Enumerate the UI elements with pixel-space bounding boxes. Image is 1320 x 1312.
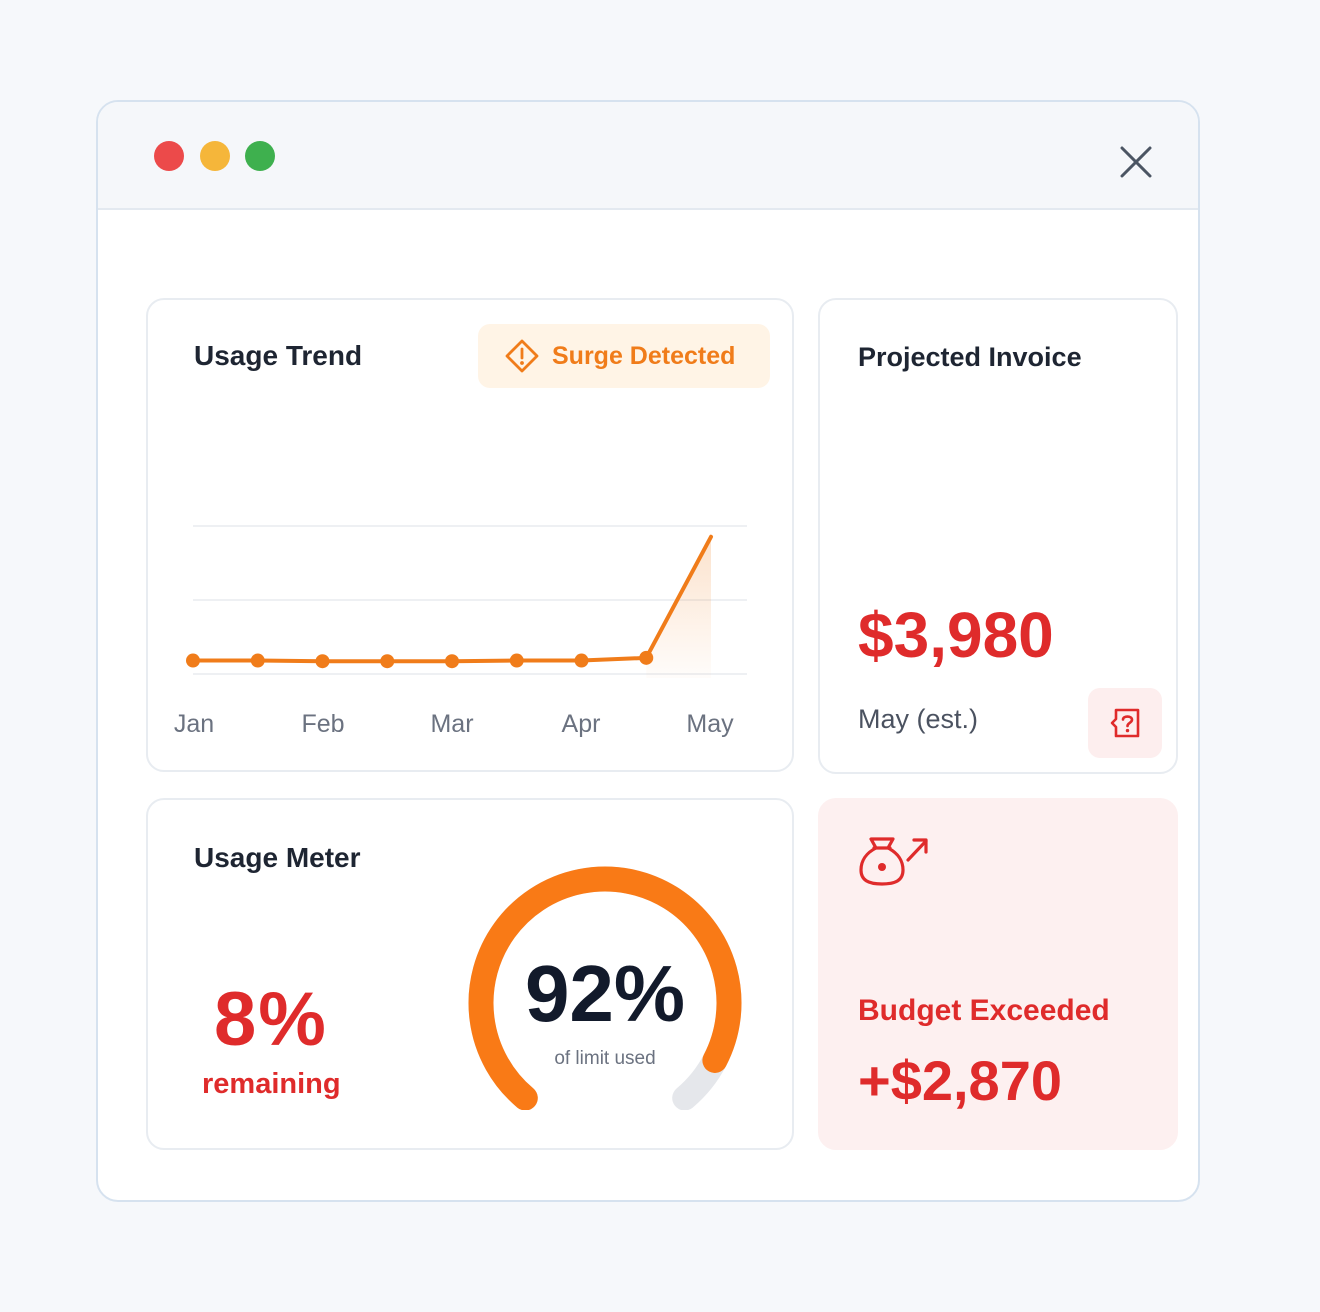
x-tick-label: Apr bbox=[562, 710, 601, 738]
data-point[interactable] bbox=[250, 653, 265, 668]
remaining-percent: 8% bbox=[214, 977, 328, 1062]
question-tag-icon bbox=[1110, 708, 1140, 738]
remaining-label: remaining bbox=[202, 1068, 341, 1100]
x-tick-label: Feb bbox=[301, 710, 344, 738]
budget-exceeded-card: Budget Exceeded +$2,870 bbox=[818, 798, 1178, 1150]
budget-exceeded-amount: +$2,870 bbox=[858, 1049, 1062, 1112]
invoice-help-button[interactable] bbox=[1088, 688, 1162, 758]
window-maximize-dot[interactable] bbox=[245, 141, 275, 171]
close-button[interactable] bbox=[1116, 142, 1156, 182]
window-minimize-dot[interactable] bbox=[200, 141, 230, 171]
data-point[interactable] bbox=[639, 650, 654, 665]
title-bar bbox=[98, 102, 1198, 210]
invoice-amount: $3,980 bbox=[858, 599, 1054, 671]
x-tick-label: May bbox=[686, 710, 734, 738]
window-close-dot[interactable] bbox=[154, 141, 184, 171]
usage-trend-card: Usage Trend Surge Detected Jan Feb Mar Apr M… bbox=[146, 298, 794, 772]
x-tick-label: Mar bbox=[430, 710, 473, 738]
x-tick-label: Jan bbox=[174, 710, 214, 738]
usage-meter-title: Usage Meter bbox=[194, 842, 361, 873]
data-point[interactable] bbox=[445, 654, 459, 669]
app-window: Usage Trend Surge Detected Jan Feb Mar Apr M… bbox=[96, 100, 1200, 1202]
data-point[interactable] bbox=[380, 654, 395, 669]
invoice-period: May (est.) bbox=[858, 704, 979, 734]
money-bag-up-icon bbox=[859, 837, 928, 886]
close-icon bbox=[1120, 146, 1152, 178]
data-point[interactable] bbox=[315, 654, 330, 669]
data-point[interactable] bbox=[574, 653, 589, 668]
data-point[interactable] bbox=[509, 653, 524, 668]
usage-meter-card: Usage Meter 8% remaining 92% of limit us… bbox=[146, 798, 794, 1150]
gauge-used-percent: 92% bbox=[524, 949, 686, 1038]
budget-exceeded-title: Budget Exceeded bbox=[858, 994, 1110, 1027]
projected-invoice-card: Projected Invoice $3,980 May (est.) bbox=[818, 298, 1178, 774]
projected-invoice-title: Projected Invoice bbox=[858, 342, 1082, 372]
data-point[interactable] bbox=[186, 653, 200, 668]
usage-trend-chart: Jan Feb Mar Apr May bbox=[174, 525, 747, 738]
gauge-caption: of limit used bbox=[554, 1048, 656, 1069]
series-line bbox=[191, 534, 713, 664]
